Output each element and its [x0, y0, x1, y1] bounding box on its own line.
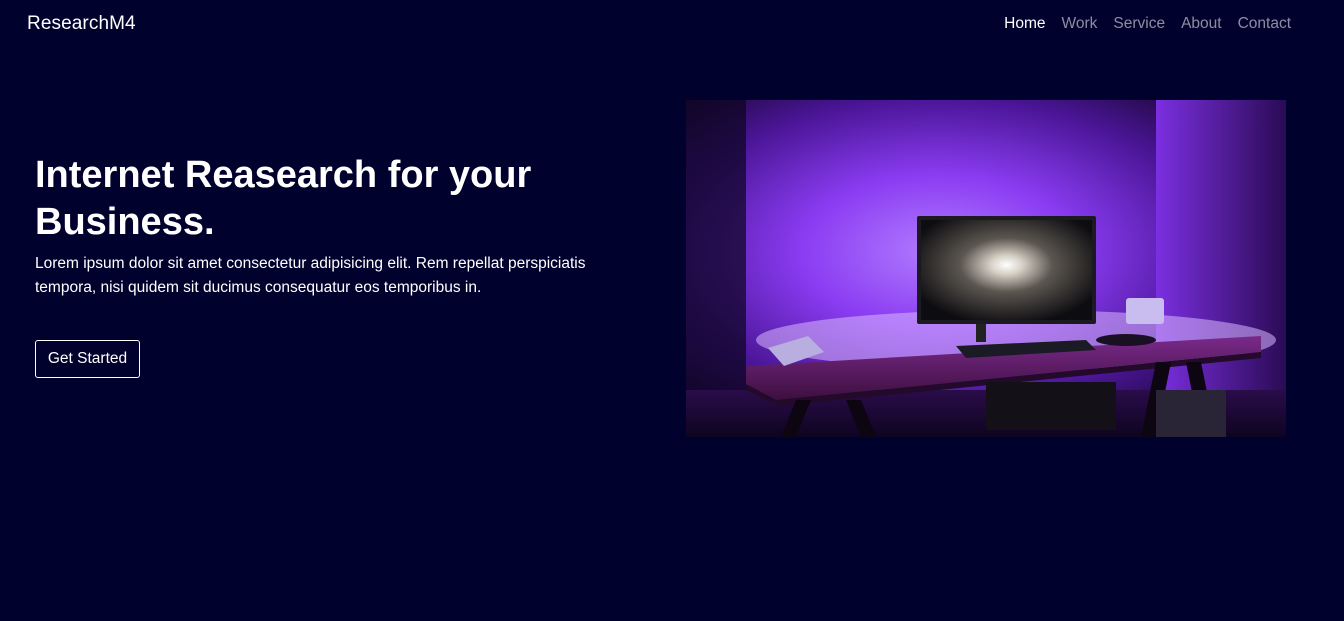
hero-image: [686, 100, 1286, 437]
nav-link-contact[interactable]: Contact: [1238, 15, 1291, 33]
nav-link-work[interactable]: Work: [1061, 15, 1097, 33]
nav-link-service[interactable]: Service: [1113, 15, 1165, 33]
nav-link-home[interactable]: Home: [1004, 15, 1045, 33]
brand-logo[interactable]: ResearchM4: [27, 13, 136, 35]
hero-section: Internet Reasearch for your Business. Lo…: [35, 152, 635, 300]
get-started-button[interactable]: Get Started: [35, 340, 140, 378]
hero-title: Internet Reasearch for your Business.: [35, 154, 532, 243]
desk-setup-illustration: [686, 100, 1286, 437]
hero-description: Lorem ipsum dolor sit amet consectetur a…: [35, 255, 586, 296]
navbar: ResearchM4 Home Work Service About Conta…: [0, 0, 1344, 50]
nav-links: Home Work Service About Contact: [1004, 15, 1291, 33]
nav-link-about[interactable]: About: [1181, 15, 1222, 33]
